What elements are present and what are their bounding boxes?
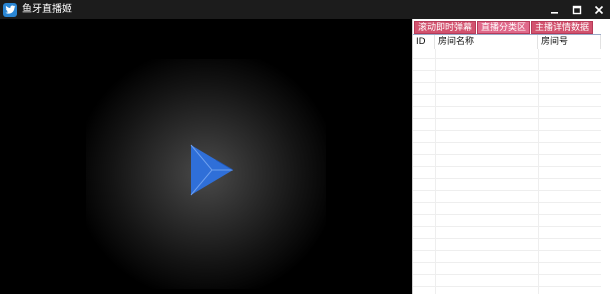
maximize-icon: [572, 5, 582, 14]
play-icon[interactable]: [188, 143, 236, 197]
maximize-button[interactable]: [566, 0, 588, 19]
video-player[interactable]: [0, 19, 412, 294]
column-divider: [538, 49, 539, 294]
tab-categories[interactable]: 直播分类区: [477, 21, 531, 34]
table-header: ID 房间名称 房间号: [413, 35, 601, 49]
side-tabs: 滚动即时弹幕 直播分类区 主播详情数据: [414, 21, 594, 34]
room-table[interactable]: ID 房间名称 房间号: [413, 35, 602, 294]
table-scrollbar[interactable]: [601, 34, 610, 294]
minimize-button[interactable]: [544, 0, 566, 19]
side-panel: 滚动即时弹幕 直播分类区 主播详情数据 ID 房间名称 房间号: [412, 19, 610, 294]
bird-icon: [3, 2, 17, 17]
minimize-icon: [551, 11, 558, 14]
window-title: 鱼牙直播姬: [22, 4, 72, 15]
column-divider: [435, 49, 436, 294]
close-button[interactable]: [588, 0, 610, 19]
column-header-room-name[interactable]: 房间名称: [435, 35, 538, 49]
close-icon: [594, 5, 604, 14]
window-controls: [544, 0, 610, 19]
column-header-id[interactable]: ID: [413, 35, 435, 49]
tab-danmaku[interactable]: 滚动即时弹幕: [414, 21, 477, 34]
tab-streamer-data[interactable]: 主播详情数据: [531, 21, 594, 34]
column-header-room-number[interactable]: 房间号: [538, 35, 601, 49]
title-bar: 鱼牙直播姬: [0, 0, 610, 19]
